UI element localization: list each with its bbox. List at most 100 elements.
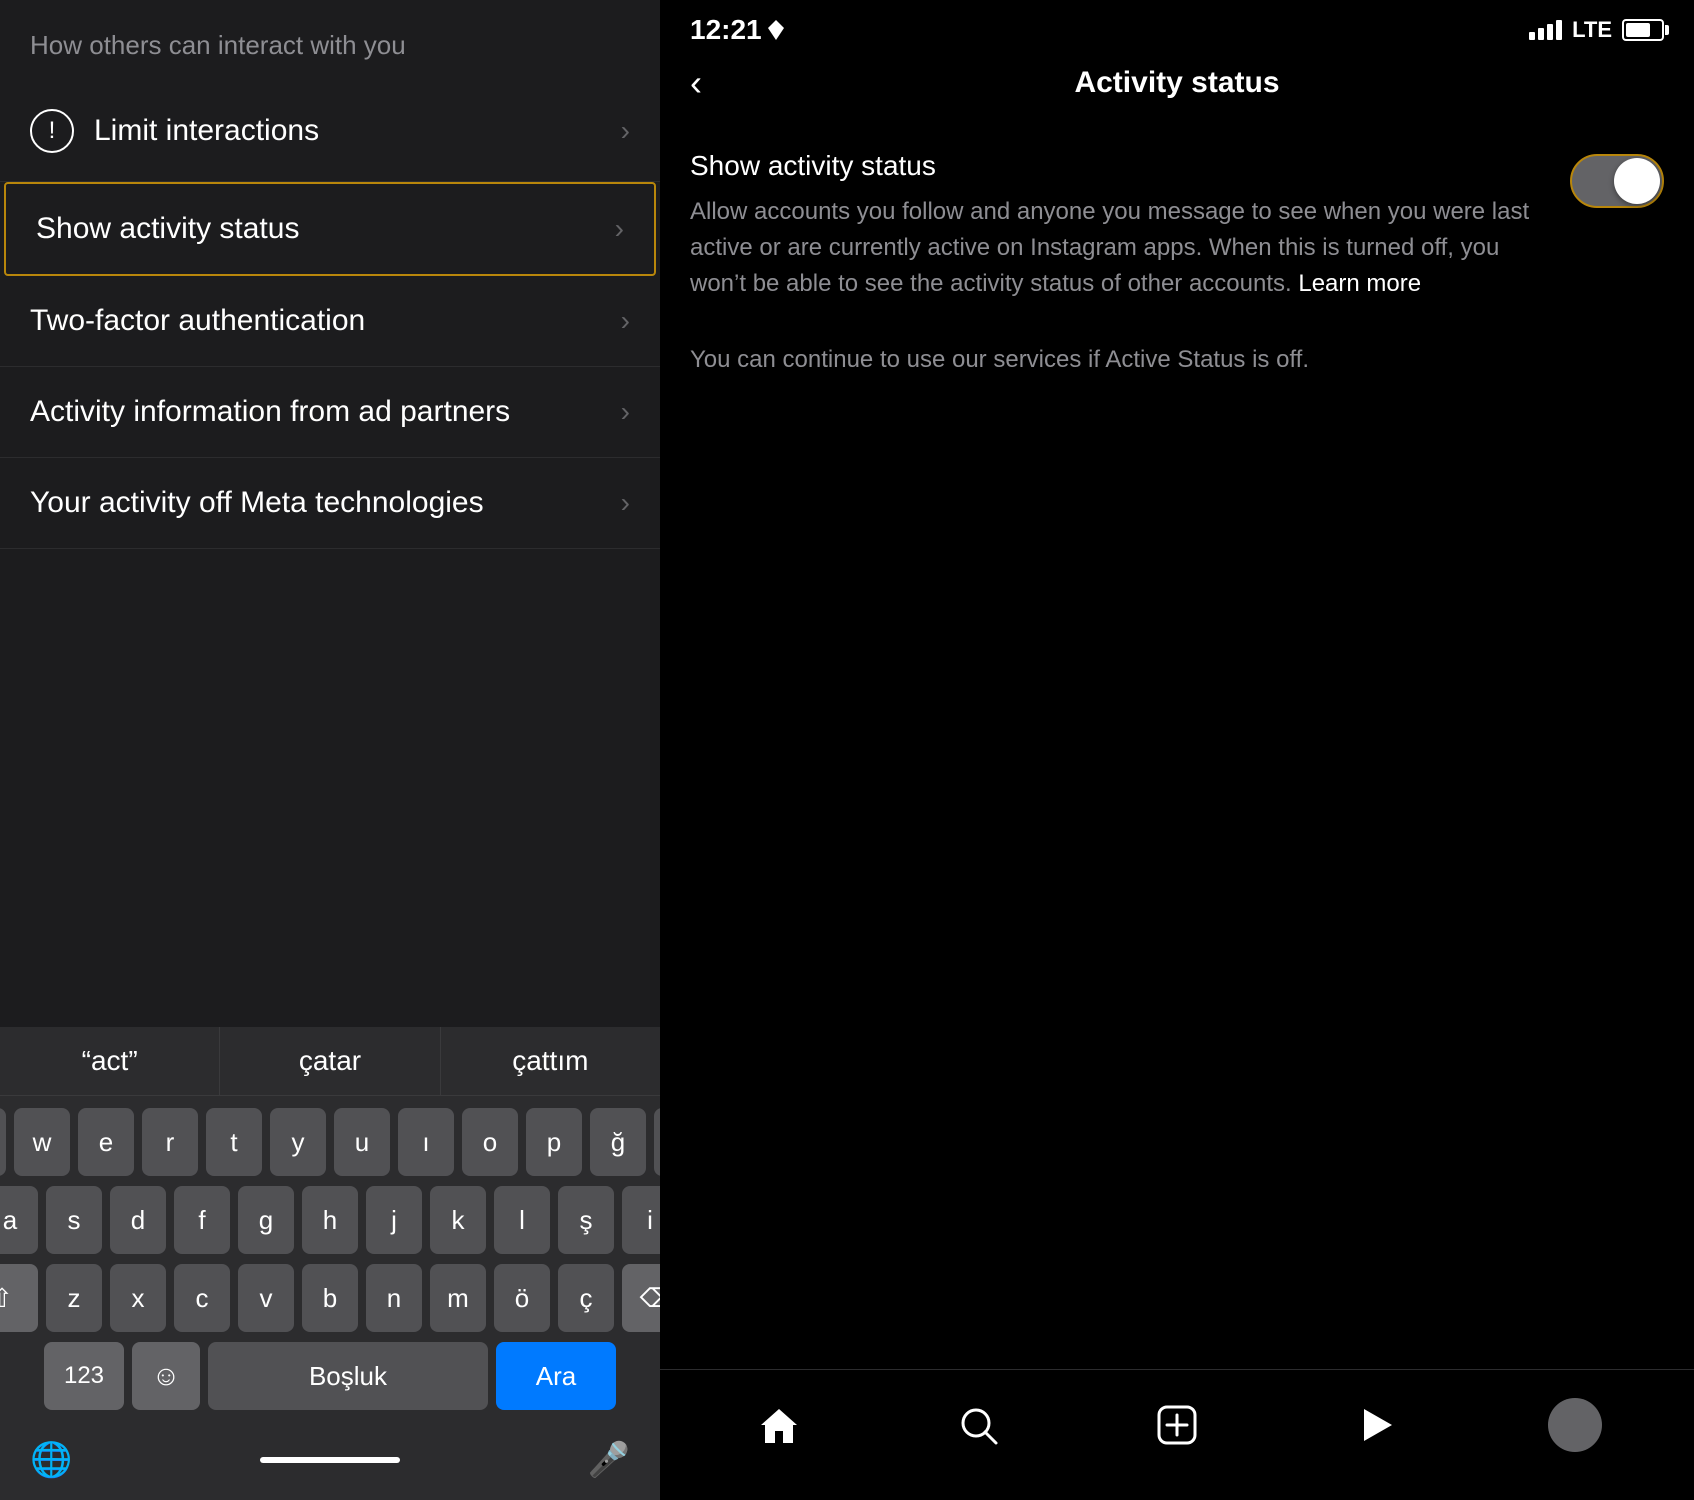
limit-interactions-label: Limit interactions	[94, 114, 319, 148]
key-m[interactable]: m	[430, 1264, 486, 1332]
key-e[interactable]: e	[78, 1108, 134, 1176]
signal-bar-3	[1547, 24, 1553, 40]
setting-info: Show activity status Allow accounts you …	[690, 150, 1550, 302]
section-header: How others can interact with you	[0, 0, 660, 81]
location-icon	[768, 20, 784, 40]
signal-bar-2	[1538, 28, 1544, 40]
battery-icon	[1622, 19, 1664, 41]
key-w[interactable]: w	[14, 1108, 70, 1176]
key-b[interactable]: b	[302, 1264, 358, 1332]
nav-title: Activity status	[1074, 66, 1279, 100]
menu-item-left: Your activity off Meta technologies	[30, 486, 484, 520]
setting-row: Show activity status Allow accounts you …	[690, 150, 1664, 302]
key-search[interactable]: Ara	[496, 1342, 616, 1410]
menu-item-meta-technologies[interactable]: Your activity off Meta technologies ›	[0, 458, 660, 549]
learn-more-link[interactable]: Learn more	[1298, 270, 1421, 297]
limit-interactions-icon: !	[30, 109, 74, 153]
globe-icon[interactable]: 🌐	[30, 1440, 72, 1480]
key-o-umlaut[interactable]: ö	[494, 1264, 550, 1332]
key-row-1: q w e r t y u ı o p ğ ü	[8, 1108, 652, 1176]
lte-label: LTE	[1572, 17, 1612, 43]
keyboard-bottom: 🌐 🎤	[0, 1428, 660, 1500]
shift-key[interactable]: ⇧	[0, 1264, 38, 1332]
menu-item-left: Show activity status	[36, 212, 299, 246]
bottom-nav	[660, 1369, 1694, 1500]
key-v[interactable]: v	[238, 1264, 294, 1332]
two-factor-label: Two-factor authentication	[30, 304, 365, 338]
add-nav-icon[interactable]	[1142, 1390, 1212, 1460]
status-icons: LTE	[1529, 17, 1664, 43]
search-nav-icon[interactable]	[943, 1390, 1013, 1460]
back-button[interactable]: ‹	[690, 62, 702, 104]
key-r[interactable]: r	[142, 1108, 198, 1176]
key-n[interactable]: n	[366, 1264, 422, 1332]
autocomplete-bar: “act” çatar çattım	[0, 1027, 660, 1096]
chevron-right-icon: ›	[621, 487, 630, 519]
chevron-right-icon: ›	[615, 213, 624, 245]
chevron-right-icon: ›	[621, 115, 630, 147]
key-space[interactable]: Boşluk	[208, 1342, 488, 1410]
signal-bar-4	[1556, 20, 1562, 40]
autocomplete-item-2[interactable]: çattım	[441, 1027, 660, 1095]
status-time: 12:21	[690, 14, 784, 46]
key-d[interactable]: d	[110, 1186, 166, 1254]
microphone-icon[interactable]: 🎤	[588, 1440, 630, 1480]
home-indicator	[260, 1457, 400, 1463]
key-u[interactable]: u	[334, 1108, 390, 1176]
key-x[interactable]: x	[110, 1264, 166, 1332]
menu-item-ad-partners[interactable]: Activity information from ad partners ›	[0, 367, 660, 458]
status-bar: 12:21 LTE	[660, 0, 1694, 56]
key-s[interactable]: s	[46, 1186, 102, 1254]
key-i[interactable]: i	[622, 1186, 660, 1254]
ad-partners-label: Activity information from ad partners	[30, 395, 510, 429]
reels-nav-icon[interactable]	[1341, 1390, 1411, 1460]
autocomplete-item-0[interactable]: “act”	[0, 1027, 220, 1095]
key-s-cedilla[interactable]: ş	[558, 1186, 614, 1254]
key-o[interactable]: o	[462, 1108, 518, 1176]
menu-item-left: ! Limit interactions	[30, 109, 319, 153]
key-c-cedilla[interactable]: ç	[558, 1264, 614, 1332]
menu-item-show-activity-status[interactable]: Show activity status ›	[4, 182, 656, 276]
key-c[interactable]: c	[174, 1264, 230, 1332]
menu-item-left: Two-factor authentication	[30, 304, 365, 338]
key-g-breve[interactable]: ğ	[590, 1108, 646, 1176]
chevron-right-icon: ›	[621, 305, 630, 337]
signal-bars-icon	[1529, 20, 1562, 40]
keyboard-area: “act” çatar çattım q w e r t y u ı o p ğ…	[0, 1027, 660, 1500]
key-l[interactable]: l	[494, 1186, 550, 1254]
key-row-bottom: 123 ☺ Boşluk Ara	[8, 1342, 652, 1410]
key-123[interactable]: 123	[44, 1342, 124, 1410]
key-f[interactable]: f	[174, 1186, 230, 1254]
battery-fill	[1626, 23, 1650, 37]
activity-status-toggle[interactable]	[1570, 154, 1664, 208]
extra-text: You can continue to use our services if …	[690, 342, 1664, 378]
key-z[interactable]: z	[46, 1264, 102, 1332]
menu-item-limit-interactions[interactable]: ! Limit interactions ›	[0, 81, 660, 182]
key-emoji[interactable]: ☺	[132, 1342, 200, 1410]
signal-bar-1	[1529, 32, 1535, 40]
keyboard-rows: q w e r t y u ı o p ğ ü a s d f g h	[0, 1096, 660, 1428]
key-a[interactable]: a	[0, 1186, 38, 1254]
right-panel: 12:21 LTE ‹ Activity status Show ac	[660, 0, 1694, 1500]
toggle-knob	[1614, 158, 1660, 204]
key-p[interactable]: p	[526, 1108, 582, 1176]
key-row-3: ⇧ z x c v b n m ö ç ⌫	[8, 1264, 652, 1332]
autocomplete-item-1[interactable]: çatar	[220, 1027, 440, 1095]
key-t[interactable]: t	[206, 1108, 262, 1176]
key-g[interactable]: g	[238, 1186, 294, 1254]
key-y[interactable]: y	[270, 1108, 326, 1176]
profile-nav-icon[interactable]	[1540, 1390, 1610, 1460]
profile-avatar	[1548, 1398, 1602, 1452]
key-row-2: a s d f g h j k l ş i	[8, 1186, 652, 1254]
key-q[interactable]: q	[0, 1108, 6, 1176]
backspace-key[interactable]: ⌫	[622, 1264, 660, 1332]
meta-technologies-label: Your activity off Meta technologies	[30, 486, 484, 520]
key-k[interactable]: k	[430, 1186, 486, 1254]
key-dotless-i[interactable]: ı	[398, 1108, 454, 1176]
key-h[interactable]: h	[302, 1186, 358, 1254]
home-nav-icon[interactable]	[744, 1390, 814, 1460]
toggle-container	[1570, 154, 1664, 208]
chevron-right-icon: ›	[621, 396, 630, 428]
menu-item-two-factor[interactable]: Two-factor authentication ›	[0, 276, 660, 367]
key-j[interactable]: j	[366, 1186, 422, 1254]
